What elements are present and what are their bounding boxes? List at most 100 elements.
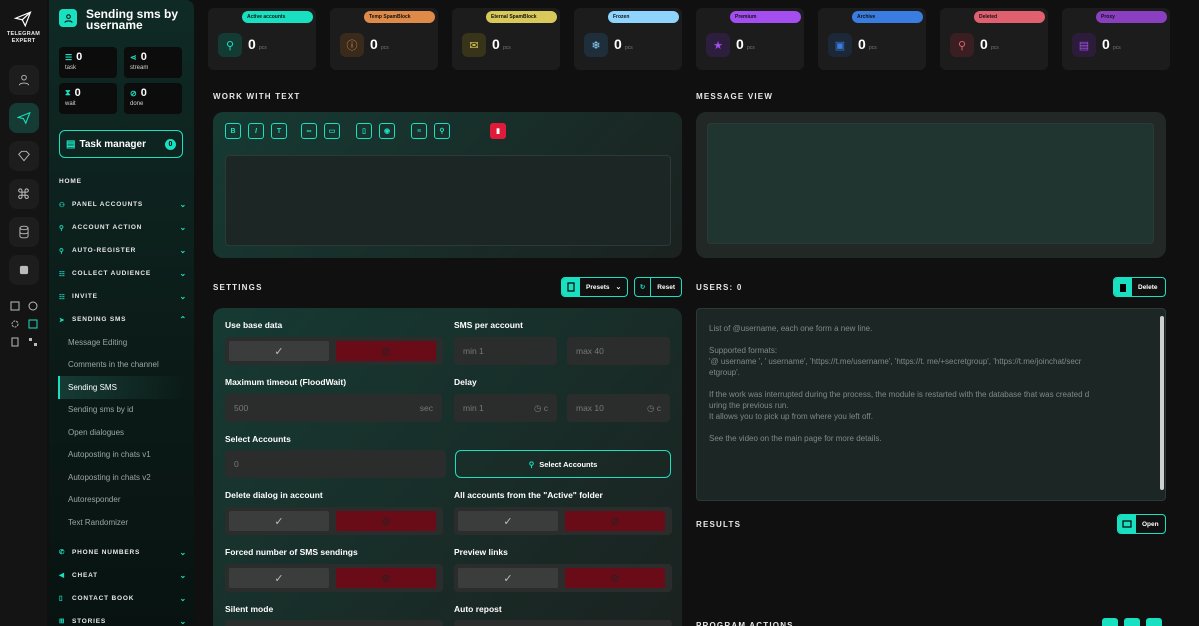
- rail-database-button[interactable]: [8, 217, 39, 247]
- delay-max-unit-text: c: [656, 402, 661, 413]
- open-results-button[interactable]: Open: [1117, 514, 1166, 534]
- sidebar-sub-message-editing[interactable]: Message Editing: [58, 331, 187, 354]
- sidebar-item-cheat[interactable]: ◀ CHEAT ⌄: [59, 564, 187, 587]
- user-insert-button[interactable]: ⚲: [434, 123, 450, 139]
- counter-archive[interactable]: Archive ▣ 0 pcs: [818, 8, 926, 70]
- counter-premium[interactable]: Premium ★ 0 pcs: [696, 8, 804, 70]
- bot-button[interactable]: ◉: [379, 123, 395, 139]
- users-textarea[interactable]: List of @username, each one form a new l…: [696, 308, 1166, 501]
- sms-max-input[interactable]: max 40: [567, 337, 670, 365]
- counter-temp-spamblock[interactable]: Temp SpamBlock ⓘ 0 pcs: [330, 8, 438, 70]
- block-icon[interactable]: ⊘: [336, 341, 436, 361]
- format-button[interactable]: ≡: [411, 123, 427, 139]
- counter-active-accounts[interactable]: Active accounts ⚲ 0 pcs: [208, 8, 316, 70]
- delete-dialog-toggle[interactable]: ✓ ⊘: [225, 507, 443, 535]
- sidebar-sub-autoposting-v2[interactable]: Autoposting in chats v2: [58, 466, 187, 489]
- sidebar-sub-text-randomizer[interactable]: Text Randomizer: [58, 511, 187, 534]
- counter-label: Temp SpamBlock: [364, 11, 435, 23]
- check-icon[interactable]: ✓: [229, 568, 329, 588]
- sidebar-sub-sending-sms-by-id[interactable]: Sending sms by id: [58, 399, 187, 422]
- check-icon[interactable]: ✓: [458, 568, 558, 588]
- block-icon[interactable]: ⊘: [565, 568, 665, 588]
- block-icon[interactable]: ⊘: [336, 568, 436, 588]
- check-icon[interactable]: ✓: [229, 341, 329, 361]
- presets-button[interactable]: Presets ⌄: [561, 277, 628, 297]
- forced-sms-toggle[interactable]: ✓ ⊘: [225, 564, 443, 592]
- grid-tool-1-icon[interactable]: [8, 299, 22, 313]
- sidebar-item-invite[interactable]: ☷ INVITE ⌄: [59, 285, 187, 308]
- archive-icon: ▣: [828, 33, 852, 57]
- counter-frozen[interactable]: Frozen ❄ 0 pcs: [574, 8, 682, 70]
- sidebar-sub-open-dialogues[interactable]: Open dialogues: [58, 421, 187, 444]
- rail-diamond-button[interactable]: [8, 141, 39, 171]
- counter-label: Frozen: [608, 11, 679, 23]
- preview-links-toggle[interactable]: ✓ ⊘: [454, 564, 672, 592]
- bold-button[interactable]: B: [225, 123, 241, 139]
- use-base-data-toggle[interactable]: ✓ ⊘: [225, 337, 443, 365]
- chevron-down-icon: ⌄: [179, 246, 187, 255]
- block-icon[interactable]: ⊘: [336, 511, 436, 531]
- sidebar-item-account-action[interactable]: ⚲ ACCOUNT ACTION ⌄: [59, 216, 187, 239]
- sidebar-item-contact-book[interactable]: ▯ CONTACT BOOK ⌄: [59, 587, 187, 610]
- delay-min-input[interactable]: min 1 ◷ c: [454, 394, 557, 422]
- counter-proxy[interactable]: Proxy ▤ 0 pcs: [1062, 8, 1170, 70]
- all-active-folder-toggle[interactable]: ✓ ⊘: [454, 507, 672, 535]
- trash-icon: ▮: [496, 128, 500, 135]
- sms-min-input[interactable]: min 1: [454, 337, 557, 365]
- delay-max-unit: ◷ c: [647, 403, 661, 414]
- sidebar-item-stories[interactable]: ⊞ STORIES ⌄: [59, 610, 187, 626]
- spoiler-button[interactable]: ▭: [324, 123, 340, 139]
- sidebar-sub-autoposting-v1[interactable]: Autoposting in chats v1: [58, 444, 187, 467]
- action-2-button[interactable]: [1124, 618, 1140, 626]
- text-button[interactable]: T: [271, 123, 287, 139]
- sidebar-sub-autoresponder[interactable]: Autoresponder: [58, 489, 187, 512]
- counter-value: 0: [858, 36, 866, 52]
- select-accounts-button[interactable]: ⚲ Select Accounts: [455, 450, 671, 478]
- rail-profile-button[interactable]: [8, 65, 39, 95]
- selected-accounts-input[interactable]: 0: [225, 450, 446, 478]
- sidebar-item-label: COLLECT AUDIENCE: [72, 270, 152, 277]
- sidebar-item-phone-numbers[interactable]: ✆ PHONE NUMBERS ⌄: [59, 541, 187, 564]
- sidebar-item-panel-accounts[interactable]: ⚇ PANEL ACCOUNTS ⌄: [59, 193, 187, 216]
- auto-repost-toggle[interactable]: [454, 620, 672, 626]
- grid-tool-6-icon[interactable]: [26, 335, 40, 349]
- check-icon[interactable]: ✓: [458, 511, 558, 531]
- action-1-button[interactable]: [1102, 618, 1118, 626]
- sidebar-sub-sending-sms[interactable]: Sending SMS: [58, 376, 187, 399]
- task-manager-button[interactable]: ▤ Task manager 0: [59, 130, 183, 158]
- rail-plugin-button[interactable]: [8, 255, 39, 285]
- delete-users-button[interactable]: Delete: [1113, 277, 1166, 297]
- counter-deleted[interactable]: Deleted ⚲ 0 pcs: [940, 8, 1048, 70]
- delay-max-input[interactable]: max 10 ◷ c: [567, 394, 670, 422]
- italic-button[interactable]: I: [248, 123, 264, 139]
- timeout-input[interactable]: 500 sec: [225, 394, 442, 422]
- brand-logo[interactable]: TELEGRAM EXPERT: [7, 10, 40, 45]
- block-icon[interactable]: ⊘: [565, 511, 665, 531]
- sidebar-sub-comments-channel[interactable]: Comments in the channel: [58, 354, 187, 377]
- mail-block-icon: ✉: [462, 33, 486, 57]
- counter-eternal-spamblock[interactable]: Eternal SpamBlock ✉ 0 pcs: [452, 8, 560, 70]
- reset-button[interactable]: ↻ Reset: [634, 277, 682, 297]
- sidebar-item-home[interactable]: HOME: [59, 170, 187, 193]
- grid-tool-2-icon[interactable]: [26, 299, 40, 313]
- link-icon: ∞: [306, 127, 312, 135]
- link-button[interactable]: ∞: [301, 123, 317, 139]
- grid-tool-5-icon[interactable]: [8, 335, 22, 349]
- file-button[interactable]: ▯: [356, 123, 372, 139]
- grid-tool-4-icon[interactable]: [26, 317, 40, 331]
- sidebar-item-collect-audience[interactable]: ☷ COLLECT AUDIENCE ⌄: [59, 262, 187, 285]
- rail-command-button[interactable]: ⌘: [8, 179, 39, 209]
- clear-text-button[interactable]: ▮: [490, 123, 506, 139]
- counter-value: 0: [1102, 36, 1110, 52]
- check-icon[interactable]: ✓: [229, 511, 329, 531]
- sidebar-item-auto-register[interactable]: ⚲ AUTO-REGISTER ⌄: [59, 239, 187, 262]
- sidebar-item-sending-sms[interactable]: ➤ SENDING SMS ⌃: [59, 308, 187, 331]
- module-title: Sending sms by username: [86, 7, 179, 32]
- message-textarea[interactable]: [225, 155, 671, 246]
- users-scrollbar[interactable]: [1160, 316, 1164, 490]
- action-3-button[interactable]: [1146, 618, 1162, 626]
- rail-send-button[interactable]: [8, 103, 39, 133]
- counter-unit: pcs: [1113, 45, 1121, 51]
- grid-tool-3-icon[interactable]: [8, 317, 22, 331]
- silent-mode-toggle[interactable]: [225, 620, 443, 626]
